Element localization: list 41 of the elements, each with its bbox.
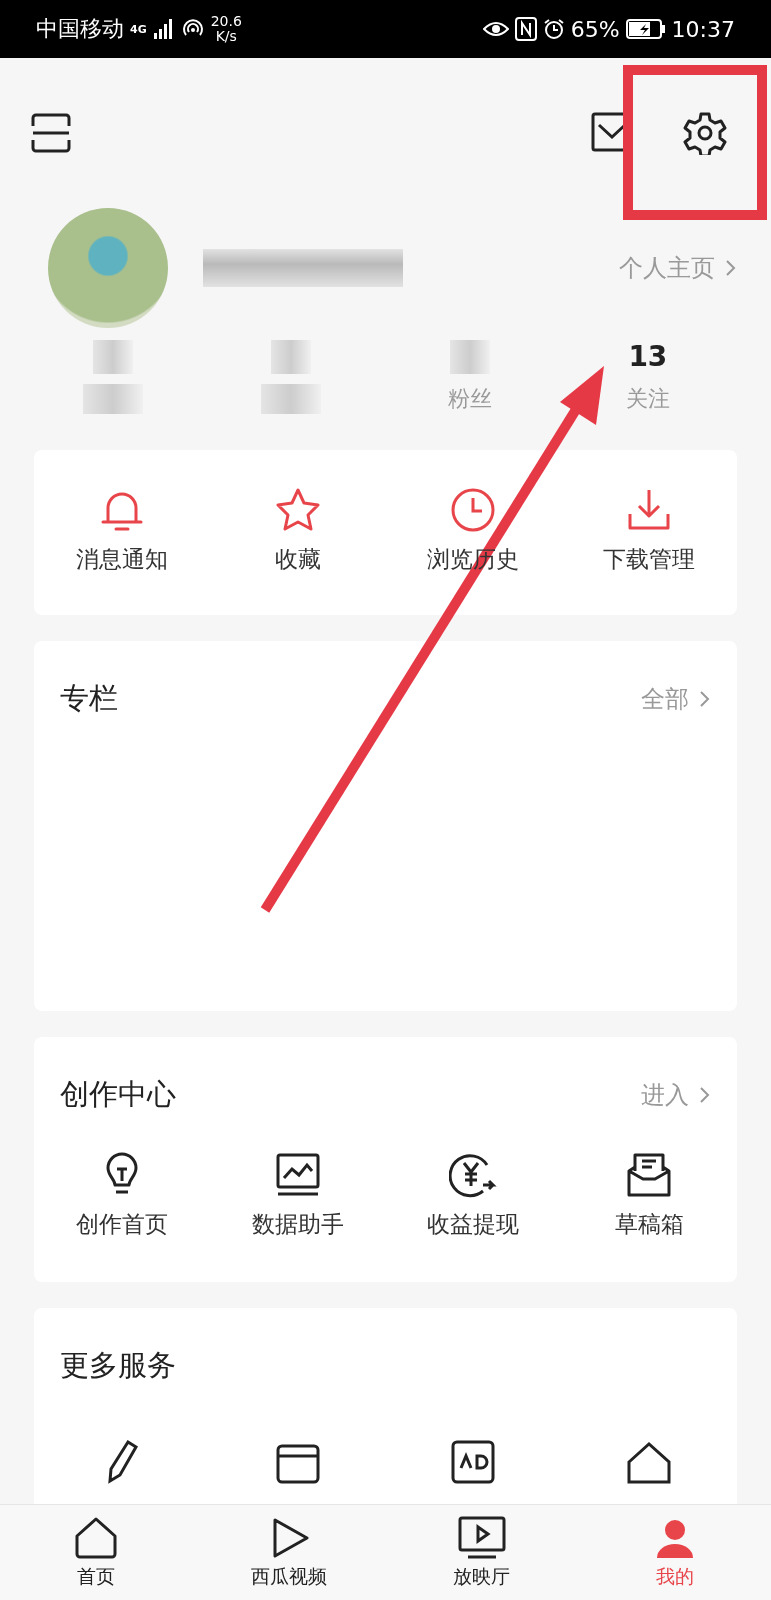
home-icon (74, 1515, 119, 1560)
section-title: 更多服务 (60, 1347, 176, 1384)
draft-box-icon (625, 1151, 674, 1199)
yen-icon (449, 1151, 498, 1199)
stat-value: 13 (628, 340, 668, 374)
stat-label-blur (83, 384, 144, 414)
nav-tab[interactable]: 首页 (0, 1505, 193, 1600)
chevron-icon (699, 689, 711, 709)
section-title: 创作中心 (60, 1076, 176, 1113)
stat-value-blur (93, 340, 134, 374)
alarm-icon (542, 18, 565, 40)
signal-icon (152, 18, 175, 40)
stat-value-blur (449, 340, 490, 374)
chevron-icon (725, 258, 737, 278)
section-title: 专栏 (60, 680, 118, 717)
speed-unit: K/s (215, 29, 237, 44)
quick-action[interactable]: 消息通知 (75, 544, 168, 575)
quick-action[interactable]: 下载管理 (603, 544, 696, 575)
clock-time: 10:37 (671, 16, 735, 42)
settings-icon[interactable] (683, 111, 727, 155)
creator-item[interactable]: 创作首页 (75, 1209, 168, 1240)
battery-percent: 65% (570, 16, 620, 42)
speed-value: 20.6 (210, 14, 242, 29)
battery-icon (625, 18, 666, 40)
tv-play-icon (457, 1515, 506, 1560)
carrier-name: 中国移动 (36, 15, 124, 43)
ad-box-icon (449, 1438, 498, 1486)
creator-item[interactable]: 草稿箱 (614, 1209, 684, 1240)
nfc-icon (514, 17, 537, 41)
chevron-icon (699, 1085, 711, 1105)
nav-tab[interactable]: 放映厅 (385, 1505, 579, 1600)
quick-action[interactable]: 收藏 (274, 544, 321, 575)
network-type: 4G (130, 22, 147, 36)
creator-item[interactable]: 收益提现 (427, 1209, 520, 1240)
stat-value-blur (271, 340, 312, 374)
scan-icon[interactable] (30, 112, 72, 154)
stat-label-blur (261, 384, 322, 414)
nav-tab[interactable]: 西瓜视频 (192, 1505, 386, 1600)
creator-item[interactable]: 数据助手 (251, 1209, 344, 1240)
nav-tab[interactable]: 我的 (578, 1505, 771, 1600)
eye-icon (482, 20, 509, 38)
